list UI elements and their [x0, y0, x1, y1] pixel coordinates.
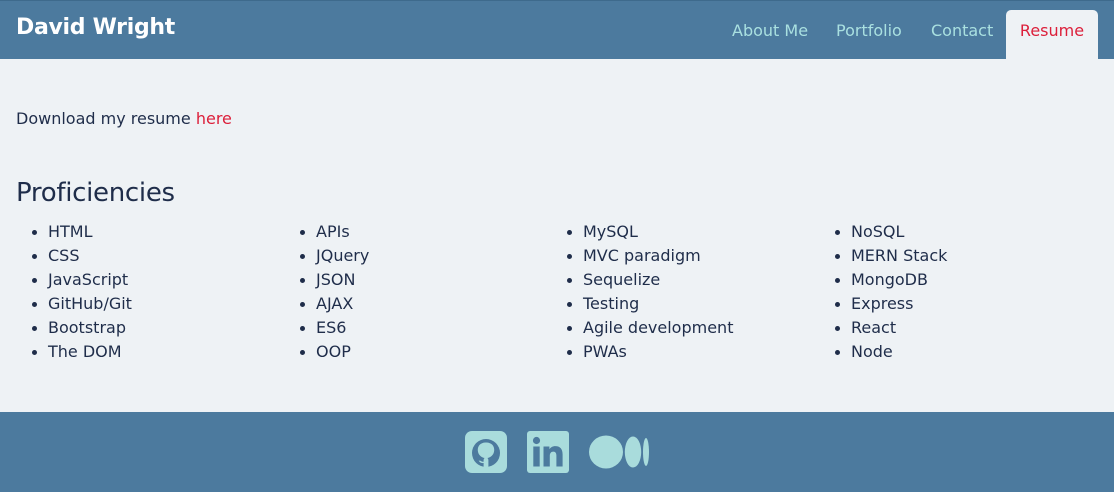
list-item: MySQL — [567, 222, 733, 246]
list-item: NoSQL — [835, 222, 947, 246]
medium-link[interactable] — [588, 431, 652, 477]
bullet — [835, 254, 840, 259]
bullet — [835, 350, 840, 355]
list-item: JavaScript — [32, 270, 132, 294]
list-item: APIs — [300, 222, 369, 246]
list-item: Bootstrap — [32, 318, 132, 342]
download-prefix: Download my resume — [16, 109, 196, 128]
bullet — [567, 326, 572, 331]
proficiency-list-2: APIs JQuery JSON AJAX ES6 OOP — [300, 222, 369, 366]
list-item: Testing — [567, 294, 733, 318]
nav-link-about-me[interactable]: About Me — [732, 21, 808, 40]
bullet — [567, 350, 572, 355]
list-item: Agile development — [567, 318, 733, 342]
proficiency-list-1: HTML CSS JavaScript GitHub/Git Bootstrap… — [32, 222, 132, 366]
bullet — [567, 302, 572, 307]
list-item: Express — [835, 294, 947, 318]
proficiencies-heading: Proficiencies — [16, 178, 175, 208]
list-item: HTML — [32, 222, 132, 246]
list-item: ES6 — [300, 318, 369, 342]
bullet — [567, 278, 572, 283]
list-item: Sequelize — [567, 270, 733, 294]
linkedin-link[interactable] — [527, 431, 569, 477]
bullet — [32, 278, 37, 283]
list-item: GitHub/Git — [32, 294, 132, 318]
list-item: AJAX — [300, 294, 369, 318]
list-item: JSON — [300, 270, 369, 294]
bullet — [300, 254, 305, 259]
proficiency-list-4: NoSQL MERN Stack MongoDB Express React N… — [835, 222, 947, 366]
list-item: JQuery — [300, 246, 369, 270]
bullet — [32, 350, 37, 355]
list-item: The DOM — [32, 342, 132, 366]
bullet — [835, 326, 840, 331]
download-resume-text: Download my resume here — [16, 109, 232, 128]
nav-tab-resume[interactable]: Resume — [1006, 10, 1098, 60]
bullet — [567, 230, 572, 235]
bullet — [32, 326, 37, 331]
bullet — [300, 302, 305, 307]
list-item: React — [835, 318, 947, 342]
list-item: MERN Stack — [835, 246, 947, 270]
list-item: PWAs — [567, 342, 733, 366]
bullet — [32, 254, 37, 259]
medium-icon — [589, 435, 649, 469]
bullet — [32, 302, 37, 307]
list-item: MVC paradigm — [567, 246, 733, 270]
brand-name[interactable]: David Wright — [16, 15, 175, 40]
proficiency-list-3: MySQL MVC paradigm Sequelize Testing Agi… — [567, 222, 733, 366]
navbar: David Wright About Me Portfolio Contact … — [0, 0, 1114, 60]
linkedin-icon — [527, 431, 569, 473]
bullet — [835, 278, 840, 283]
bullet — [300, 350, 305, 355]
list-item: OOP — [300, 342, 369, 366]
bullet — [300, 278, 305, 283]
footer — [0, 412, 1114, 492]
list-item: CSS — [32, 246, 132, 270]
bullet — [32, 230, 37, 235]
list-item: Node — [835, 342, 947, 366]
nav-tab-resume-label: Resume — [1019, 21, 1085, 40]
github-link[interactable] — [465, 431, 507, 477]
bullet — [567, 254, 572, 259]
github-icon — [465, 431, 507, 473]
bullet — [300, 326, 305, 331]
nav-link-portfolio[interactable]: Portfolio — [836, 21, 902, 40]
download-resume-link[interactable]: here — [196, 109, 232, 128]
nav-link-contact[interactable]: Contact — [931, 21, 993, 40]
bullet — [835, 302, 840, 307]
bullet — [300, 230, 305, 235]
list-item: MongoDB — [835, 270, 947, 294]
bullet — [835, 230, 840, 235]
